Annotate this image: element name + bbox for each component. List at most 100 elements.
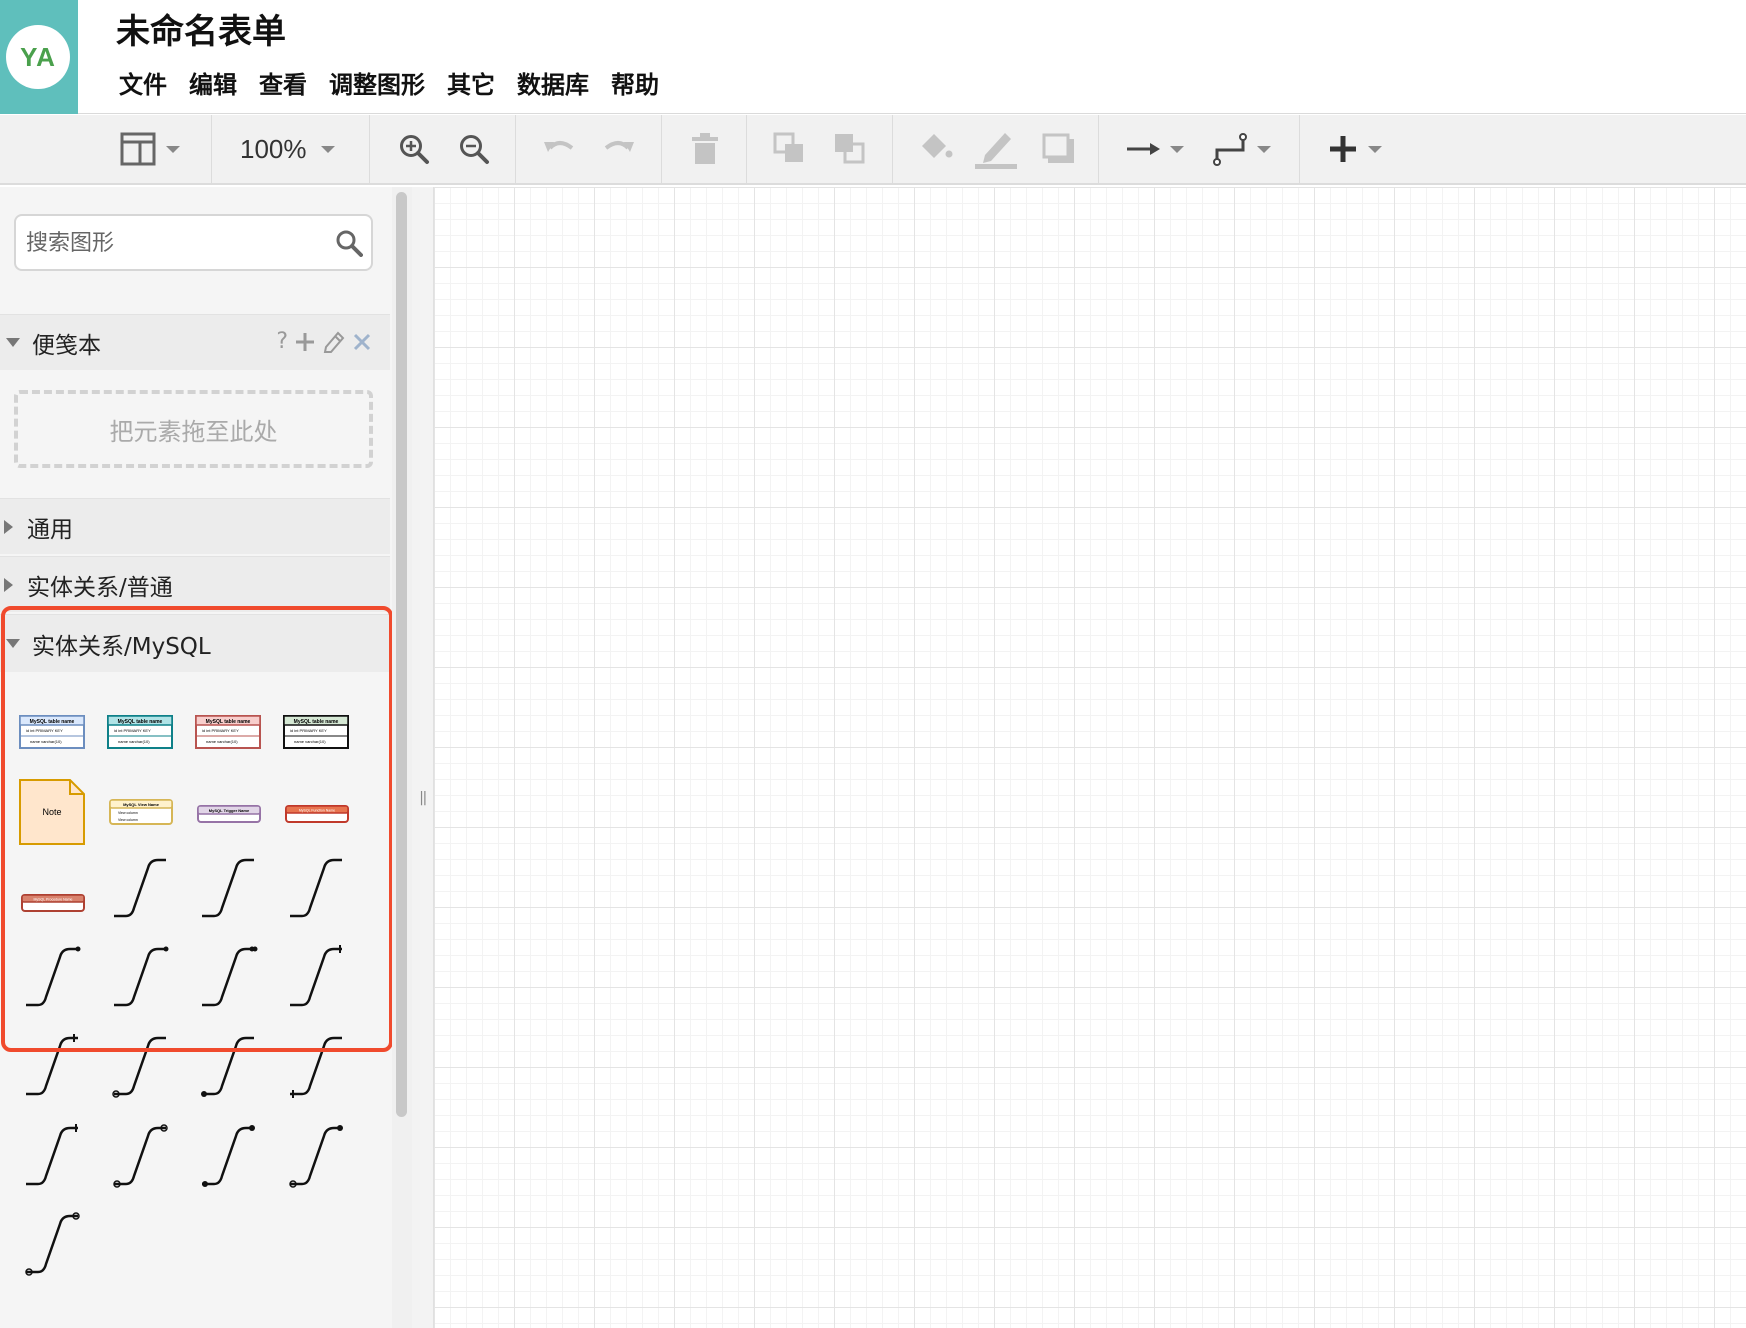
chevron-down-icon — [166, 145, 180, 153]
er-relation-connector[interactable] — [288, 858, 344, 918]
fill-color-button[interactable] — [918, 123, 954, 175]
format-panel-button[interactable] — [120, 123, 180, 175]
logo-block: YA — [0, 0, 78, 114]
mysql-procedure-shape[interactable]: MySQL Procedure Name — [21, 894, 85, 912]
scratchpad-header[interactable]: 便笺本 ? — [0, 314, 390, 370]
to-front-button[interactable] — [773, 123, 807, 175]
search-input[interactable] — [26, 224, 326, 262]
menu-file[interactable]: 文件 — [108, 65, 178, 100]
er-relation-connector[interactable] — [24, 946, 81, 1007]
scratchpad-drop-zone[interactable]: 把元素拖至此处 — [14, 390, 373, 468]
search-box — [14, 214, 373, 271]
help-icon[interactable]: ? — [276, 329, 288, 354]
fill-color-icon — [922, 134, 953, 158]
mysql-shapes-grid: MySQL table name id int PRIMARY KEY name… — [19, 715, 349, 1276]
section-er-normal[interactable]: 实体关系/普通 — [0, 556, 390, 612]
waypoints-button[interactable] — [1213, 123, 1271, 175]
toolbar-divider — [746, 115, 747, 183]
table-row: id int PRIMARY KEY — [26, 728, 63, 733]
trigger-title: MySQL Trigger Name — [209, 808, 250, 813]
toolbar-divider — [661, 115, 662, 183]
connection-icon — [1127, 143, 1160, 155]
table-row: name varchar(10) — [118, 739, 150, 744]
zoom-out-button[interactable] — [458, 123, 490, 175]
menu-help[interactable]: 帮助 — [600, 65, 670, 100]
er-relation-connector[interactable] — [112, 1036, 168, 1098]
waypoints-icon — [1213, 133, 1247, 166]
menu-extras[interactable]: 其它 — [436, 65, 506, 100]
search-icon[interactable] — [335, 229, 363, 257]
er-relation-connector[interactable] — [112, 858, 168, 918]
section-er-mysql[interactable]: 实体关系/MySQL — [0, 614, 390, 672]
line-color-icon — [975, 133, 1017, 169]
connection-button[interactable] — [1126, 123, 1184, 175]
delete-button[interactable] — [690, 123, 720, 175]
redo-button[interactable] — [602, 123, 636, 175]
toolbar-divider — [1299, 115, 1300, 183]
splitter-grip-icon: ‖ — [419, 790, 428, 806]
table-row: name varchar(10) — [206, 739, 238, 744]
er-relation-connector[interactable] — [200, 1125, 256, 1187]
insert-button[interactable] — [1328, 123, 1382, 175]
er-relation-connector[interactable] — [24, 1212, 80, 1276]
er-relation-connector[interactable] — [200, 946, 258, 1007]
shapes-sidebar: 便笺本 ? 把元素拖至此处 通用 实体关系/普通 实体关系/ — [0, 187, 393, 1328]
er-relation-connector[interactable] — [288, 1125, 344, 1188]
note-shape[interactable]: Note — [19, 779, 85, 845]
edit-icon[interactable] — [322, 330, 346, 354]
er-relation-connector[interactable] — [288, 1036, 344, 1098]
zoom-level: 100% — [240, 133, 307, 164]
toolbar-divider — [892, 115, 893, 183]
app-header: YA 未命名表单 文件 编辑 查看 调整图形 其它 数据库 帮助 — [0, 0, 1746, 114]
scratchpad-title: 便笺本 — [32, 332, 101, 359]
user-avatar[interactable]: YA — [6, 25, 70, 89]
add-icon[interactable] — [294, 331, 316, 353]
diagram-canvas[interactable] — [434, 187, 1746, 1328]
sidebar-scrollbar-thumb[interactable] — [396, 192, 407, 1117]
mysql-function-shape[interactable]: MySQL Function Name — [285, 805, 349, 823]
er-relation-connector[interactable] — [200, 858, 256, 918]
er-relation-connector[interactable] — [24, 1124, 80, 1186]
toolbar-divider — [515, 115, 516, 183]
menu-view[interactable]: 查看 — [248, 65, 318, 100]
close-icon[interactable] — [352, 332, 372, 352]
mysql-table-shape[interactable]: MySQL table name id int PRIMARY KEY name… — [195, 715, 261, 749]
menu-database[interactable]: 数据库 — [506, 65, 600, 100]
view-row: View column — [118, 818, 138, 822]
to-back-button[interactable] — [833, 123, 867, 175]
mysql-table-shape[interactable]: MySQL table name id int PRIMARY KEY name… — [19, 715, 85, 749]
zoom-in-button[interactable] — [398, 123, 430, 175]
menu-edit[interactable]: 编辑 — [178, 65, 248, 100]
er-relation-connector[interactable] — [112, 946, 169, 1007]
table-row: name varchar(10) — [30, 739, 62, 744]
er-relation-connector[interactable] — [112, 1124, 168, 1188]
section-label: 实体关系/MySQL — [32, 633, 211, 660]
shadow-icon — [1042, 133, 1074, 163]
mysql-table-shape[interactable]: MySQL table name id int PRIMARY KEY name… — [283, 715, 349, 749]
undo-button[interactable] — [542, 123, 576, 175]
chevron-down-icon — [1368, 145, 1382, 153]
sidebar-splitter[interactable]: ‖ — [412, 187, 434, 1328]
mysql-view-shape[interactable]: MySQL View Name View column View column — [109, 799, 173, 825]
er-relation-connector[interactable] — [24, 1034, 80, 1096]
format-panel-icon — [120, 132, 156, 166]
document-title[interactable]: 未命名表单 — [116, 4, 286, 53]
zoom-select[interactable]: 100% — [240, 123, 335, 175]
zoom-out-icon — [460, 135, 489, 164]
shadow-button[interactable] — [1042, 123, 1076, 175]
line-color-button[interactable] — [975, 123, 1017, 175]
table-title: MySQL table name — [294, 719, 339, 725]
menu-arrange[interactable]: 调整图形 — [318, 65, 436, 100]
mysql-trigger-shape[interactable]: MySQL Trigger Name — [197, 805, 261, 823]
table-row: id int PRIMARY KEY — [290, 728, 327, 733]
collapse-arrow-icon — [6, 338, 20, 347]
table-row: id int PRIMARY KEY — [114, 728, 151, 733]
table-title: MySQL table name — [118, 719, 163, 725]
mysql-table-shape[interactable]: MySQL table name id int PRIMARY KEY name… — [107, 715, 173, 749]
er-relation-connector[interactable] — [288, 945, 344, 1007]
table-row: id int PRIMARY KEY — [202, 728, 239, 733]
procedure-title: MySQL Procedure Name — [34, 898, 73, 902]
section-general[interactable]: 通用 — [0, 498, 390, 554]
to-front-icon — [773, 132, 803, 162]
er-relation-connector[interactable] — [200, 1036, 256, 1097]
